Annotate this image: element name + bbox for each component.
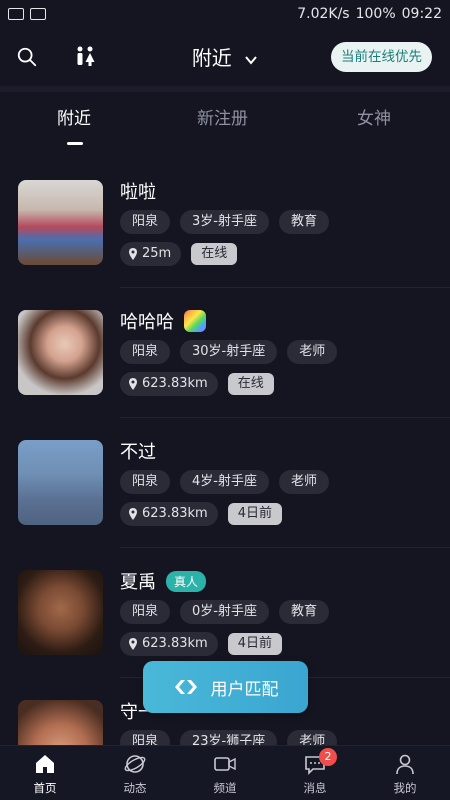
nav-label: 动态 [123, 781, 147, 795]
age-tag: 0岁-射手座 [180, 600, 269, 624]
network-speed: 7.02K/s [297, 6, 350, 22]
avatar[interactable] [18, 310, 103, 395]
notification-icon [8, 8, 24, 20]
distance-value: 623.83km [142, 636, 208, 651]
nav-label: 我的 [393, 781, 417, 795]
online-status: 在线 [227, 373, 274, 395]
nav-messages[interactable]: 2 消息 [270, 746, 360, 800]
user-card[interactable]: 啦啦 阳泉 3岁-射手座 教育 25m 在线 [0, 158, 450, 288]
avatar[interactable] [18, 440, 103, 525]
home-icon [36, 755, 54, 773]
distance-tag: 25m [120, 242, 182, 266]
location-pin-icon [129, 248, 137, 260]
unread-badge: 2 [319, 748, 337, 766]
user-card[interactable]: 不过 阳泉 4岁-射手座 老师 623.83km 4日前 [0, 418, 450, 548]
city-tag: 阳泉 [120, 470, 171, 494]
distance-value: 623.83km [142, 506, 208, 521]
app-header: 附近 当前在线优先 [0, 28, 450, 86]
user-name: 啦啦 [120, 182, 156, 203]
distance-value: 623.83km [142, 376, 208, 391]
job-tag: 老师 [287, 340, 338, 364]
user-name: 夏禹 [120, 572, 156, 593]
age-tag: 3岁-射手座 [180, 210, 269, 234]
status-bar: 7.02K/s 100% 09:22 [0, 0, 450, 28]
tab-nearby[interactable]: 附近 [57, 104, 91, 129]
city-tag: 阳泉 [120, 210, 171, 234]
nav-label: 消息 [303, 781, 327, 795]
nav-profile[interactable]: 我的 [360, 746, 450, 800]
activity-icon [30, 8, 46, 20]
distance-tag: 623.83km [120, 372, 218, 396]
job-tag: 老师 [278, 470, 329, 494]
nav-home[interactable]: 首页 [0, 746, 90, 800]
age-tag: 30岁-射手座 [180, 340, 278, 364]
user-name: 不过 [120, 442, 156, 463]
nav-moments[interactable]: 动态 [90, 746, 180, 800]
job-tag: 教育 [278, 210, 329, 234]
nav-label: 首页 [33, 781, 57, 795]
profile-icon [396, 754, 414, 775]
distance-tag: 623.83km [120, 502, 218, 526]
city-tag: 阳泉 [120, 340, 171, 364]
location-pin-icon [129, 378, 137, 390]
clock: 09:22 [401, 6, 442, 22]
chevron-down-icon [245, 55, 257, 65]
online-priority-button[interactable]: 当前在线优先 [331, 42, 432, 72]
last-seen-status: 4日前 [227, 633, 282, 655]
avatar[interactable] [18, 180, 103, 265]
match-button-label: 用户匹配 [210, 679, 279, 700]
user-match-button[interactable]: 用户匹配 [143, 661, 308, 713]
tab-bar: 附近 新注册 女神 [0, 104, 450, 145]
battery-level: 100% [355, 6, 396, 22]
planet-icon [124, 755, 146, 773]
distance-value: 25m [142, 246, 172, 261]
city-tag: 阳泉 [120, 600, 171, 624]
online-status: 在线 [191, 243, 238, 265]
video-icon [214, 757, 236, 771]
verified-badge: 真人 [166, 570, 207, 592]
last-seen-status: 4日前 [227, 503, 282, 525]
nav-channel[interactable]: 频道 [180, 746, 270, 800]
tab-underline [67, 142, 83, 145]
user-name: 哈哈哈 [120, 312, 174, 333]
location-pin-icon [129, 508, 137, 520]
nav-label: 频道 [213, 781, 237, 795]
job-tag: 教育 [278, 600, 329, 624]
avatar[interactable] [18, 570, 103, 655]
bottom-nav: 首页 动态 频道 2 消息 我的 [0, 745, 450, 800]
age-tag: 4岁-射手座 [180, 470, 269, 494]
link-icon [174, 680, 197, 694]
header-divider [0, 86, 450, 92]
page-title: 附近 [191, 46, 232, 70]
user-card[interactable]: 夏禹 真人 阳泉 0岁-射手座 教育 623.83km 4日前 [0, 548, 450, 678]
user-card[interactable]: 哈哈哈 阳泉 30岁-射手座 老师 623.83km 在线 [0, 288, 450, 418]
tab-new-register[interactable]: 新注册 [197, 104, 248, 129]
rainbow-heart-icon [184, 310, 206, 332]
location-pin-icon [129, 638, 137, 650]
tab-goddess[interactable]: 女神 [357, 104, 391, 129]
distance-tag: 623.83km [120, 632, 218, 656]
